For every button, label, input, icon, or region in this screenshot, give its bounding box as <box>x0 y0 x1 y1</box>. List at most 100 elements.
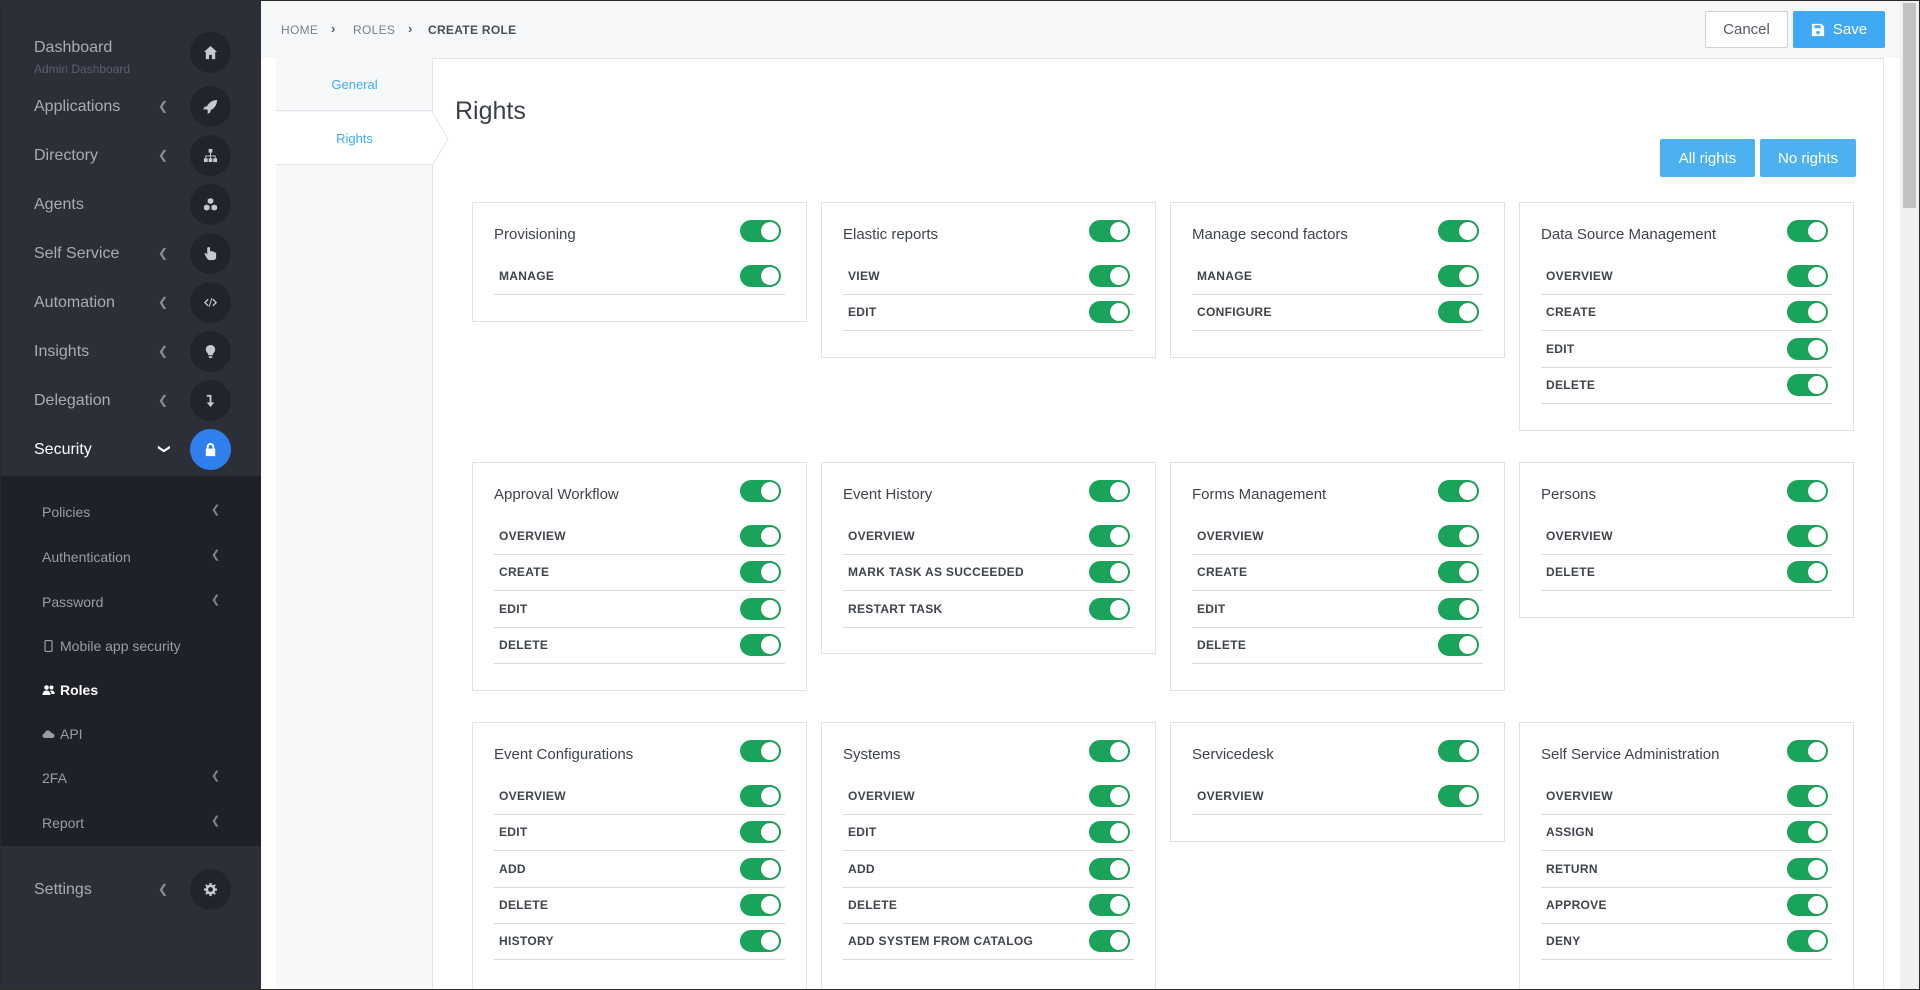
code-icon <box>190 282 231 323</box>
sidebar-item-settings[interactable]: Settings ❮ <box>0 869 261 918</box>
right-row: EDIT <box>1541 332 1832 368</box>
toggle-knob <box>1808 482 1826 500</box>
right-toggle[interactable] <box>1089 525 1130 547</box>
right-label: RESTART TASK <box>848 601 943 616</box>
submenu-item-authentication[interactable]: Authentication ❮ <box>0 548 261 578</box>
right-toggle[interactable] <box>740 561 781 584</box>
right-toggle[interactable] <box>1787 893 1828 916</box>
toggle-knob <box>1808 375 1826 394</box>
right-label: ADD SYSTEM FROM CATALOG <box>848 934 1034 949</box>
card-master-toggle[interactable] <box>1089 220 1130 242</box>
card-master-toggle[interactable] <box>1089 740 1130 762</box>
right-toggle[interactable] <box>1438 265 1479 287</box>
submenu-item-api[interactable]: API <box>0 725 261 755</box>
submenu-item-roles[interactable]: Roles <box>0 681 261 711</box>
right-toggle[interactable] <box>1089 597 1130 620</box>
sidebar-item-agents[interactable]: Agents <box>0 184 261 233</box>
toggle-knob <box>1808 859 1826 878</box>
right-toggle[interactable] <box>1089 821 1130 844</box>
right-toggle[interactable] <box>1787 930 1828 953</box>
sidebar-item-self-service[interactable]: Self Service ❮ <box>0 233 261 282</box>
right-toggle[interactable] <box>1787 265 1828 287</box>
card-title: Manage second factors <box>1192 226 1348 243</box>
right-toggle[interactable] <box>740 785 781 807</box>
right-toggle[interactable] <box>1787 525 1828 547</box>
right-row: DENY <box>1541 924 1832 961</box>
breadcrumb-home[interactable]: HOME <box>281 23 318 37</box>
cancel-button[interactable]: Cancel <box>1705 11 1788 48</box>
save-button[interactable]: Save <box>1793 11 1885 48</box>
card-title: Data Source Management <box>1541 226 1717 243</box>
card-master-toggle[interactable] <box>1787 740 1828 762</box>
submenu-item-report[interactable]: Report ❮ <box>0 814 261 844</box>
right-toggle[interactable] <box>1438 633 1479 656</box>
right-toggle[interactable] <box>740 633 781 656</box>
sidebar-item-directory[interactable]: Directory ❮ <box>0 135 261 184</box>
right-row: OVERVIEW <box>1192 779 1483 815</box>
right-toggle[interactable] <box>1438 561 1479 584</box>
toggle-knob <box>1808 742 1826 760</box>
card-master-toggle[interactable] <box>1089 480 1130 502</box>
sidebar-item-automation[interactable]: Automation ❮ <box>0 282 261 331</box>
right-toggle[interactable] <box>740 893 781 916</box>
card-master-toggle[interactable] <box>1438 740 1479 762</box>
breadcrumb-roles[interactable]: ROLES <box>353 23 395 37</box>
right-toggle[interactable] <box>1438 525 1479 547</box>
right-toggle[interactable] <box>1787 301 1828 324</box>
right-toggle[interactable] <box>740 857 781 880</box>
no-rights-button[interactable]: No rights <box>1760 139 1856 177</box>
sidebar-item-applications[interactable]: Applications ❮ <box>0 86 261 135</box>
right-row: OVERVIEW <box>494 779 785 815</box>
right-toggle[interactable] <box>740 265 781 287</box>
right-toggle[interactable] <box>1089 301 1130 324</box>
toggle-knob <box>761 787 779 805</box>
right-toggle[interactable] <box>1787 561 1828 584</box>
submenu-item-mobile-app-security[interactable]: Mobile app security <box>0 637 261 667</box>
card-master-toggle[interactable] <box>1787 220 1828 242</box>
card-title: Forms Management <box>1192 486 1327 503</box>
right-toggle[interactable] <box>740 525 781 547</box>
card-master-toggle[interactable] <box>1438 480 1479 502</box>
right-toggle[interactable] <box>1089 930 1130 953</box>
right-label: MARK TASK AS SUCCEEDED <box>848 565 1024 580</box>
submenu-item-2fa[interactable]: 2FA ❮ <box>0 769 261 799</box>
scrollbar-thumb[interactable] <box>1903 3 1916 208</box>
right-toggle[interactable] <box>1438 301 1479 324</box>
tab-general[interactable]: General <box>276 58 433 111</box>
right-toggle[interactable] <box>740 821 781 844</box>
right-toggle[interactable] <box>1787 373 1828 396</box>
right-toggle[interactable] <box>1787 337 1828 360</box>
right-toggle[interactable] <box>1787 785 1828 807</box>
right-toggle[interactable] <box>1787 857 1828 880</box>
submenu-item-password[interactable]: Password ❮ <box>0 593 261 623</box>
right-toggle[interactable] <box>1089 893 1130 916</box>
sidebar-item-dashboard[interactable]: Dashboard Admin Dashboard <box>0 30 261 79</box>
card-master-toggle[interactable] <box>740 740 781 762</box>
right-toggle[interactable] <box>740 930 781 953</box>
right-toggle[interactable] <box>1438 597 1479 620</box>
right-toggle[interactable] <box>1438 785 1479 807</box>
right-row: DELETE <box>494 888 785 924</box>
right-toggle[interactable] <box>1089 785 1130 807</box>
card-master-toggle[interactable] <box>1438 220 1479 242</box>
sidebar-item-delegation[interactable]: Delegation ❮ <box>0 380 261 429</box>
card-master-toggle[interactable] <box>740 220 781 242</box>
sidebar-item-insights[interactable]: Insights ❮ <box>0 331 261 380</box>
right-toggle[interactable] <box>1089 561 1130 584</box>
right-toggle[interactable] <box>1089 265 1130 287</box>
sidebar-item-label: Applications <box>34 98 121 115</box>
card-master-toggle[interactable] <box>740 480 781 502</box>
toggle-knob <box>761 859 779 878</box>
submenu-item-label-wrap: Mobile app security <box>42 637 181 655</box>
right-toggle[interactable] <box>1787 821 1828 844</box>
sidebar-item-label: Automation <box>34 294 115 311</box>
sidebar: Dashboard Admin Dashboard Applications ❮… <box>0 0 261 990</box>
sidebar-item-security[interactable]: Security ❮ <box>0 429 261 478</box>
tab-rights[interactable]: Rights <box>276 112 433 165</box>
right-toggle[interactable] <box>1089 857 1130 880</box>
submenu-item-policies[interactable]: Policies ❮ <box>0 503 261 533</box>
card-master-toggle[interactable] <box>1787 480 1828 502</box>
all-rights-button[interactable]: All rights <box>1660 139 1755 177</box>
right-toggle[interactable] <box>740 597 781 620</box>
toggle-knob <box>1110 895 1128 914</box>
